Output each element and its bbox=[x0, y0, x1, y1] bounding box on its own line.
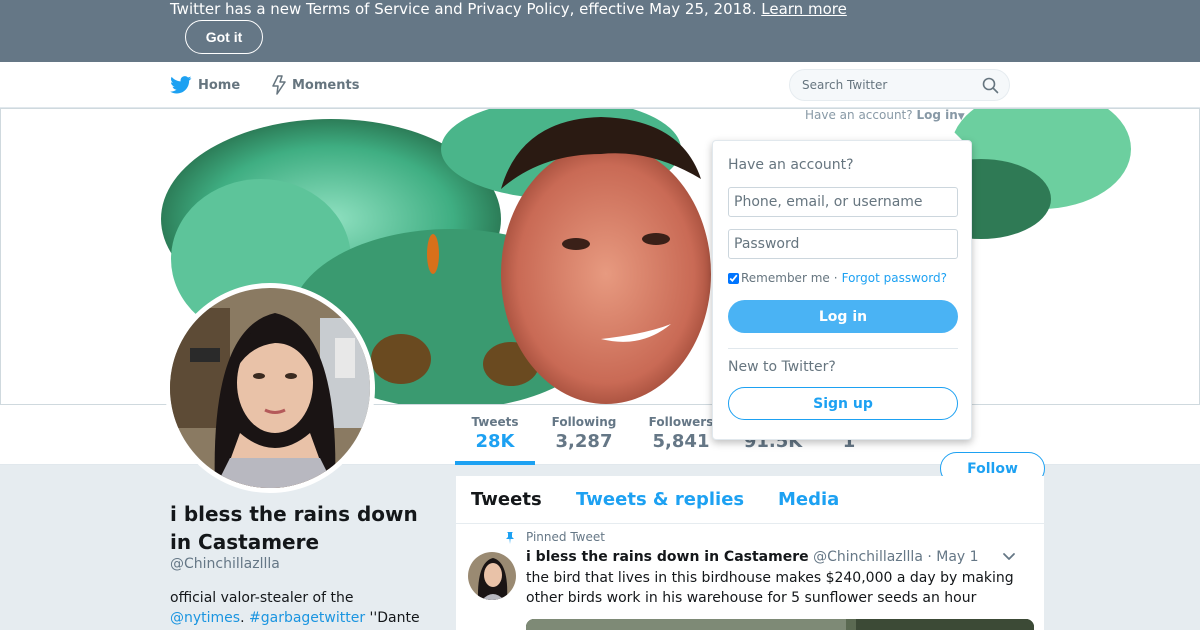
stat-value: 3,287 bbox=[555, 431, 613, 452]
stat-label: Tweets bbox=[471, 415, 519, 429]
account-hint: Have an account? Log in▼ bbox=[805, 108, 965, 124]
stat-followers[interactable]: Followers 5,841 bbox=[646, 415, 716, 452]
learn-more-link[interactable]: Learn more bbox=[761, 0, 847, 18]
login-title: Have an account? bbox=[728, 157, 854, 173]
login-toggle[interactable]: Log in bbox=[916, 108, 957, 122]
active-stat-indicator bbox=[455, 461, 535, 465]
bio-tail: ''Dante bbox=[365, 610, 420, 626]
tweet-author-name[interactable]: i bless the rains down in Castamere bbox=[526, 549, 809, 565]
search-input[interactable] bbox=[802, 70, 972, 100]
stat-label: Followers bbox=[648, 415, 714, 429]
stat-following[interactable]: Following 3,287 bbox=[549, 415, 619, 452]
caret-down-icon: ▼ bbox=[957, 112, 965, 122]
remember-label[interactable]: Remember me bbox=[741, 271, 830, 285]
tweet-date[interactable]: · May 1 bbox=[927, 549, 978, 565]
dropdown-caret bbox=[946, 132, 962, 140]
search-box bbox=[789, 69, 1010, 101]
got-it-button[interactable]: Got it bbox=[185, 20, 263, 54]
stat-tweets[interactable]: Tweets 28K bbox=[466, 415, 524, 452]
new-to-twitter: New to Twitter? bbox=[728, 359, 836, 375]
timeline-tabs: Tweets Tweets & replies Media bbox=[456, 476, 1044, 524]
remember-row: Remember me · Forgot password? bbox=[728, 271, 947, 285]
login-button[interactable]: Log in bbox=[728, 300, 958, 333]
twitter-bird-icon bbox=[170, 76, 192, 94]
stat-label: Following bbox=[551, 415, 617, 429]
tab-tweets-replies[interactable]: Tweets & replies bbox=[576, 489, 744, 510]
forgot-password-link[interactable]: Forgot password? bbox=[842, 271, 947, 285]
username-field[interactable] bbox=[728, 187, 958, 217]
profile-name[interactable]: i bless the rains down in Castamere bbox=[170, 500, 440, 556]
search-icon[interactable] bbox=[982, 77, 999, 94]
separator-dot: · bbox=[833, 271, 838, 285]
profile-handle[interactable]: @Chinchillazllla bbox=[170, 556, 280, 572]
tab-tweets[interactable]: Tweets bbox=[471, 489, 542, 510]
pinned-label: Pinned Tweet bbox=[504, 530, 605, 544]
bio-text: official valor-stealer of the bbox=[170, 590, 354, 606]
profile-bio: official valor-stealer of the @nytimes. … bbox=[170, 588, 440, 628]
tweet-photo bbox=[526, 619, 1034, 630]
stat-value: 5,841 bbox=[652, 431, 710, 452]
tweet-author-handle[interactable]: @Chinchillazllla bbox=[813, 549, 923, 565]
avatar-photo bbox=[170, 288, 370, 488]
tab-media[interactable]: Media bbox=[778, 489, 839, 510]
timeline: Tweets Tweets & replies Media Pinned Twe… bbox=[456, 476, 1044, 630]
tweet-header: i bless the rains down in Castamere @Chi… bbox=[526, 549, 979, 565]
stat-value: 28K bbox=[475, 431, 515, 452]
tweet-avatar-photo bbox=[468, 552, 516, 600]
top-nav: Home Moments bbox=[0, 62, 1200, 108]
nav-home[interactable]: Home bbox=[170, 62, 240, 108]
nav-moments[interactable]: Moments bbox=[272, 62, 359, 108]
chevron-down-icon[interactable] bbox=[1002, 552, 1016, 562]
bio-separator: . bbox=[240, 610, 249, 626]
dropdown-divider bbox=[728, 348, 958, 349]
bio-mention-link[interactable]: @nytimes bbox=[170, 610, 240, 626]
signup-button[interactable]: Sign up bbox=[728, 387, 958, 420]
tweet-text: the bird that lives in this birdhouse ma… bbox=[526, 570, 1014, 606]
tos-notice-text: Twitter has a new Terms of Service and P… bbox=[170, 0, 847, 18]
account-prompt: Have an account? bbox=[805, 108, 913, 122]
tos-notice-banner: Twitter has a new Terms of Service and P… bbox=[0, 0, 1200, 62]
nav-home-label: Home bbox=[198, 77, 241, 93]
pinned-text: Pinned Tweet bbox=[526, 530, 605, 544]
tweet-avatar[interactable] bbox=[468, 552, 516, 600]
password-field[interactable] bbox=[728, 229, 958, 259]
bio-hashtag-link[interactable]: #garbagetwitter bbox=[249, 610, 365, 626]
profile-avatar[interactable] bbox=[165, 283, 375, 493]
nav-moments-label: Moments bbox=[292, 77, 360, 93]
login-dropdown: Have an account? Remember me · Forgot pa… bbox=[712, 140, 972, 440]
lightning-icon bbox=[272, 75, 286, 95]
notice-message: Twitter has a new Terms of Service and P… bbox=[170, 0, 757, 18]
remember-checkbox[interactable] bbox=[728, 272, 739, 284]
pin-icon bbox=[506, 531, 514, 544]
tweet-media-image[interactable] bbox=[526, 619, 1034, 630]
